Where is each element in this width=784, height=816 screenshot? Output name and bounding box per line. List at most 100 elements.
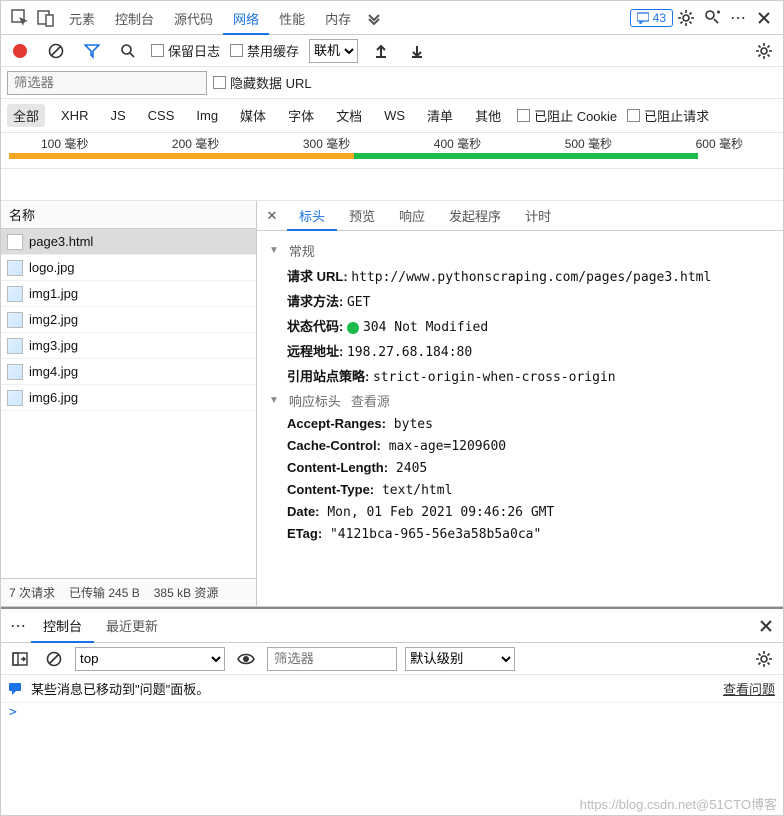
console-clear-icon[interactable] [41, 646, 67, 672]
tab-network[interactable]: 网络 [223, 1, 269, 35]
tab-memory[interactable]: 内存 [315, 1, 361, 35]
request-row[interactable]: img2.jpg [1, 307, 256, 333]
header-value: Mon, 01 Feb 2021 09:46:26 GMT [320, 505, 555, 520]
filter-input[interactable] [7, 71, 207, 95]
throttling-select[interactable]: 联机 [309, 39, 358, 63]
header-key: Cache-Control: [287, 438, 381, 453]
network-timeline-overview[interactable]: 100 毫秒 200 毫秒 300 毫秒 400 毫秒 500 毫秒 600 毫… [1, 133, 783, 169]
detail-tab-initiator[interactable]: 发起程序 [437, 201, 513, 231]
disable-cache-checkbox[interactable]: 禁用缓存 [230, 41, 299, 60]
log-level-select[interactable]: 默认级别 [405, 647, 515, 671]
search-icon[interactable] [115, 38, 141, 64]
detail-tab-headers[interactable]: 标头 [287, 201, 337, 231]
request-name: img1.jpg [29, 286, 78, 301]
type-js[interactable]: JS [104, 106, 131, 125]
column-header-name[interactable]: 名称 [1, 201, 256, 229]
image-file-icon [7, 338, 23, 354]
tab-elements[interactable]: 元素 [59, 1, 105, 35]
type-font[interactable]: 字体 [282, 104, 320, 127]
drawer-kebab-icon[interactable]: ⋯ [5, 613, 31, 639]
header-key: Content-Length: [287, 460, 388, 475]
label-status: 状态代码: [287, 319, 343, 334]
clear-icon[interactable] [43, 38, 69, 64]
network-filter-row: 隐藏数据 URL [1, 67, 783, 99]
type-doc[interactable]: 文档 [330, 104, 368, 127]
image-file-icon [7, 390, 23, 406]
type-img[interactable]: Img [190, 106, 224, 125]
view-source-link[interactable]: 查看源 [351, 391, 390, 410]
type-manifest[interactable]: 清单 [421, 104, 459, 127]
download-har-icon[interactable] [404, 38, 430, 64]
section-general[interactable]: ▼常规 [269, 241, 771, 260]
execution-context-select[interactable]: top [75, 647, 225, 671]
console-prompt[interactable]: > [1, 703, 783, 722]
type-media[interactable]: 媒体 [234, 104, 272, 127]
tick: 200 毫秒 [172, 135, 219, 152]
feedback-badge[interactable]: 43 [630, 9, 673, 27]
preserve-log-checkbox[interactable]: 保留日志 [151, 41, 220, 60]
console-filter-input[interactable] [267, 647, 397, 671]
detail-tab-response[interactable]: 响应 [387, 201, 437, 231]
type-ws[interactable]: WS [378, 106, 411, 125]
tab-performance[interactable]: 性能 [269, 1, 315, 35]
hide-data-urls-checkbox[interactable]: 隐藏数据 URL [213, 73, 312, 92]
type-all[interactable]: 全部 [7, 104, 45, 127]
customize-icon[interactable] [699, 5, 725, 31]
tab-sources[interactable]: 源代码 [164, 1, 223, 35]
request-row[interactable]: logo.jpg [1, 255, 256, 281]
network-settings-gear-icon[interactable] [751, 38, 777, 64]
tab-console[interactable]: 控制台 [105, 1, 164, 35]
inspect-element-icon[interactable] [7, 5, 33, 31]
image-file-icon [7, 312, 23, 328]
network-split: 名称 page3.html logo.jpg img1.jpg img2.jpg img… [1, 201, 783, 607]
request-row[interactable]: img4.jpg [1, 359, 256, 385]
kebab-menu-icon[interactable]: ⋯ [725, 5, 751, 31]
feedback-count: 43 [653, 11, 666, 25]
drawer-close-icon[interactable] [753, 613, 779, 639]
record-button[interactable] [7, 38, 33, 64]
info-message-icon [9, 682, 23, 696]
console-sidebar-toggle-icon[interactable] [7, 646, 33, 672]
more-tabs-chevron-icon[interactable] [361, 5, 387, 31]
network-summary: 7 次请求 已传输 245 B 385 kB 资源 [1, 578, 256, 606]
close-detail-icon[interactable]: ✕ [257, 208, 287, 224]
live-expression-eye-icon[interactable] [233, 646, 259, 672]
section-response-headers[interactable]: ▼ 响应标头 查看源 [269, 391, 771, 410]
header-value: "4121bca-965-56e3a58b5a0ca" [322, 527, 541, 542]
request-name: page3.html [29, 234, 93, 249]
header-key: Date: [287, 504, 320, 519]
type-other[interactable]: 其他 [469, 104, 507, 127]
drawer-tab-console[interactable]: 控制台 [31, 609, 94, 643]
settings-gear-icon[interactable] [673, 5, 699, 31]
detail-tab-timing[interactable]: 计时 [513, 201, 563, 231]
request-row[interactable]: page3.html [1, 229, 256, 255]
drawer-tab-whatsnew[interactable]: 最近更新 [94, 609, 170, 643]
request-detail: ✕ 标头 预览 响应 发起程序 计时 ▼常规 请求 URL: http://ww… [257, 201, 783, 606]
console-settings-gear-icon[interactable] [751, 646, 777, 672]
header-value: text/html [374, 483, 452, 498]
label-url: 请求 URL: [287, 269, 348, 284]
request-name: img2.jpg [29, 312, 78, 327]
console-message-text: 某些消息已移动到"问题"面板。 [31, 679, 209, 698]
type-css[interactable]: CSS [142, 106, 181, 125]
request-name: logo.jpg [29, 260, 75, 275]
detail-tab-preview[interactable]: 预览 [337, 201, 387, 231]
filter-icon[interactable] [79, 38, 105, 64]
close-devtools-icon[interactable] [751, 5, 777, 31]
request-row[interactable]: img1.jpg [1, 281, 256, 307]
device-toggle-icon[interactable] [33, 5, 59, 31]
blocked-requests-checkbox[interactable]: 已阻止请求 [627, 106, 709, 125]
upload-har-icon[interactable] [368, 38, 394, 64]
request-row[interactable]: img3.jpg [1, 333, 256, 359]
status-dot-icon [347, 322, 359, 334]
header-value: 2405 [388, 461, 427, 476]
blocked-cookie-checkbox[interactable]: 已阻止 Cookie [517, 106, 617, 125]
console-message: 某些消息已移动到"问题"面板。 查看问题 [1, 675, 783, 703]
request-row[interactable]: img6.jpg [1, 385, 256, 411]
tick: 400 毫秒 [434, 135, 481, 152]
summary-transferred: 已传输 245 B [69, 584, 140, 601]
view-issues-link[interactable]: 查看问题 [723, 679, 775, 698]
type-xhr[interactable]: XHR [55, 106, 94, 125]
detail-tabs: ✕ 标头 预览 响应 发起程序 计时 [257, 201, 783, 231]
value-remote: 198.27.68.184:80 [347, 345, 472, 360]
